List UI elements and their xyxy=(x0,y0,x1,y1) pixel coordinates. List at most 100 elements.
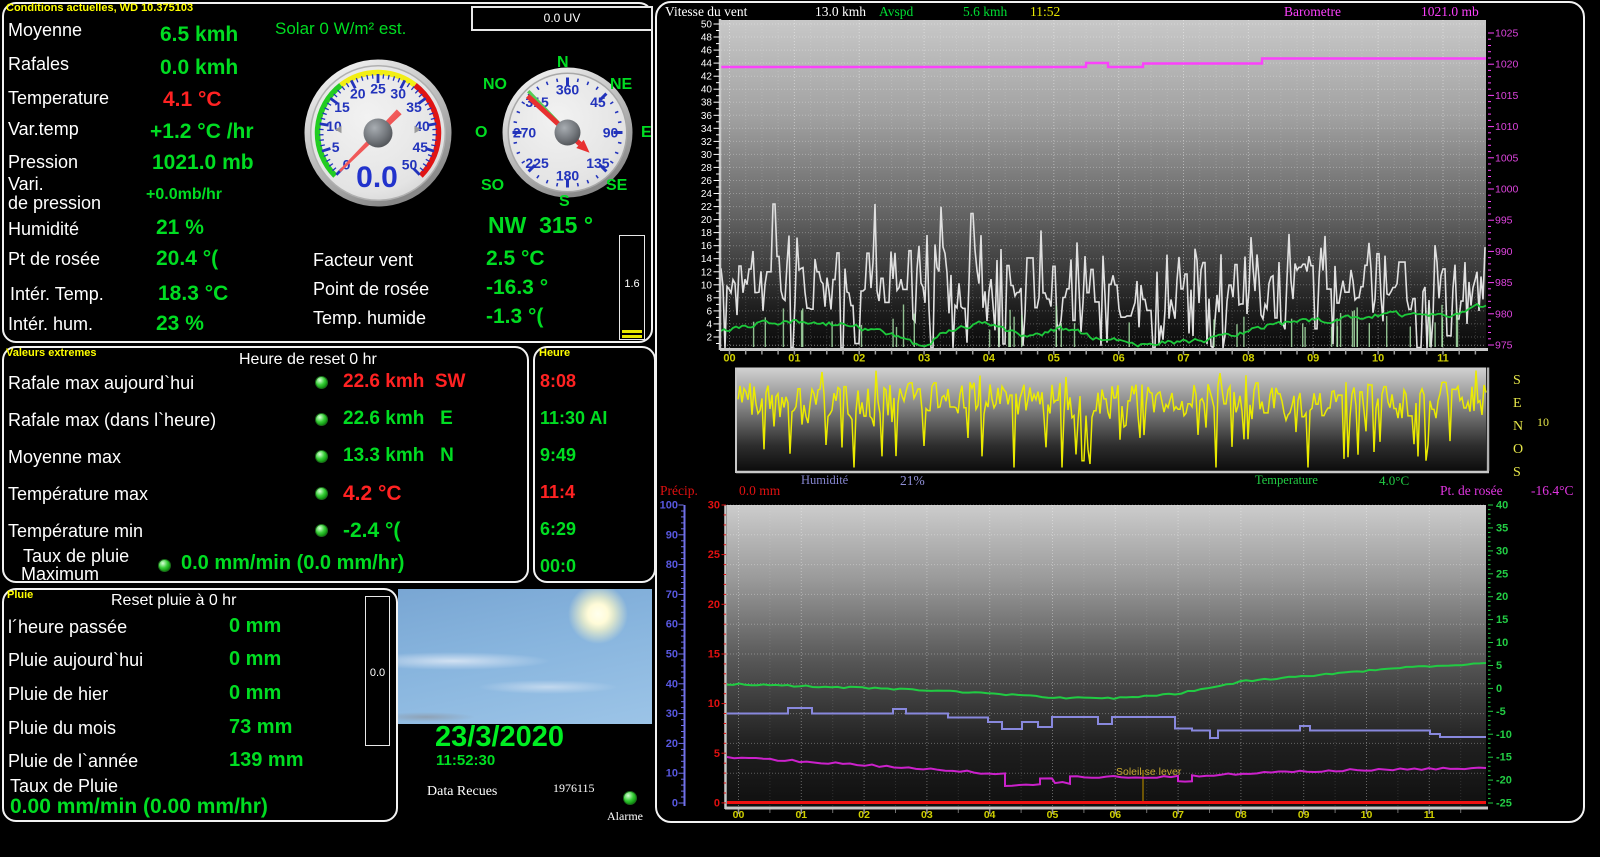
svg-text:45: 45 xyxy=(590,94,606,110)
svg-text:N: N xyxy=(1513,419,1523,434)
svg-text:5: 5 xyxy=(714,748,720,760)
svg-text:10: 10 xyxy=(708,698,720,710)
svg-text:0: 0 xyxy=(1496,683,1502,695)
svg-text:100: 100 xyxy=(660,500,678,512)
svg-text:Pt. de rosée: Pt. de rosée xyxy=(1440,483,1503,498)
svg-text:Barometre: Barometre xyxy=(1284,4,1341,19)
svg-text:-16.4°C: -16.4°C xyxy=(1531,483,1574,498)
svg-text:Avspd: Avspd xyxy=(879,4,914,19)
svg-text:15: 15 xyxy=(1496,614,1508,626)
svg-text:20: 20 xyxy=(708,599,720,611)
svg-text:20: 20 xyxy=(666,738,678,750)
svg-text:45: 45 xyxy=(413,139,429,155)
svg-text:1020: 1020 xyxy=(1495,59,1519,71)
svg-text:180: 180 xyxy=(556,168,580,184)
svg-text:34: 34 xyxy=(701,124,713,135)
svg-text:1025: 1025 xyxy=(1495,28,1519,40)
svg-text:25: 25 xyxy=(370,81,386,97)
svg-text:-15: -15 xyxy=(1496,752,1512,764)
svg-text:1000: 1000 xyxy=(1495,184,1519,196)
svg-text:S: S xyxy=(1513,373,1521,388)
svg-text:10: 10 xyxy=(701,280,713,291)
svg-text:14: 14 xyxy=(701,254,713,265)
svg-text:Précip.: Précip. xyxy=(660,483,698,498)
svg-text:25: 25 xyxy=(708,549,720,561)
svg-text:-5: -5 xyxy=(1496,706,1506,718)
svg-text:40: 40 xyxy=(701,85,713,96)
svg-text:25: 25 xyxy=(1496,568,1508,580)
svg-text:0: 0 xyxy=(672,798,678,810)
svg-text:38: 38 xyxy=(701,98,713,109)
svg-text:995: 995 xyxy=(1495,215,1513,227)
svg-text:80: 80 xyxy=(666,559,678,571)
svg-text:270: 270 xyxy=(513,125,537,141)
svg-text:42: 42 xyxy=(701,72,713,83)
svg-text:50: 50 xyxy=(402,157,418,173)
svg-text:985: 985 xyxy=(1495,277,1513,289)
svg-text:28: 28 xyxy=(701,163,713,174)
svg-text:0.0 mm: 0.0 mm xyxy=(739,483,781,498)
svg-text:13.0 kmh: 13.0 kmh xyxy=(815,4,866,19)
svg-text:21%: 21% xyxy=(900,473,925,488)
svg-text:44: 44 xyxy=(701,59,713,70)
svg-text:18: 18 xyxy=(701,228,713,239)
svg-text:26: 26 xyxy=(701,176,713,187)
svg-text:24: 24 xyxy=(701,189,713,200)
svg-text:36: 36 xyxy=(701,111,713,122)
svg-text:22: 22 xyxy=(701,202,713,213)
svg-text:50: 50 xyxy=(666,649,678,661)
svg-text:35: 35 xyxy=(1496,522,1508,534)
svg-text:48: 48 xyxy=(701,33,713,44)
svg-text:360: 360 xyxy=(556,82,580,98)
svg-text:60: 60 xyxy=(666,619,678,631)
svg-text:30: 30 xyxy=(1496,545,1508,557)
svg-text:0: 0 xyxy=(714,798,720,810)
svg-text:10: 10 xyxy=(666,768,678,780)
svg-text:8: 8 xyxy=(706,293,712,304)
svg-text:4: 4 xyxy=(706,319,712,330)
svg-text:-20: -20 xyxy=(1496,775,1512,787)
svg-text:10: 10 xyxy=(1496,637,1508,649)
svg-text:20: 20 xyxy=(701,215,713,226)
svg-text:32: 32 xyxy=(701,137,713,148)
svg-text:46: 46 xyxy=(701,46,713,57)
svg-text:0.0: 0.0 xyxy=(356,161,398,194)
svg-text:-10: -10 xyxy=(1496,729,1512,741)
svg-text:S: S xyxy=(1513,465,1521,480)
svg-text:1021.0 mb: 1021.0 mb xyxy=(1421,4,1479,19)
svg-text:12: 12 xyxy=(701,267,713,278)
svg-text:20: 20 xyxy=(350,85,366,101)
svg-text:40: 40 xyxy=(1496,500,1508,512)
svg-text:15: 15 xyxy=(708,649,720,661)
svg-text:20: 20 xyxy=(1496,591,1508,603)
svg-text:1015: 1015 xyxy=(1495,90,1519,102)
svg-text:16: 16 xyxy=(701,241,713,252)
svg-text:135: 135 xyxy=(586,155,610,171)
svg-text:5: 5 xyxy=(332,139,340,155)
svg-text:1005: 1005 xyxy=(1495,152,1519,164)
svg-text:30: 30 xyxy=(701,150,713,161)
svg-text:90: 90 xyxy=(666,529,678,541)
svg-text:50: 50 xyxy=(701,20,713,31)
svg-text:Vitesse du vent: Vitesse du vent xyxy=(665,4,748,19)
svg-text:5.6 kmh: 5.6 kmh xyxy=(963,4,1008,19)
svg-text:15: 15 xyxy=(334,99,350,115)
svg-text:-25: -25 xyxy=(1496,798,1512,810)
svg-text:Temperature: Temperature xyxy=(1255,473,1318,487)
svg-text:70: 70 xyxy=(666,589,678,601)
svg-text:E: E xyxy=(1513,396,1522,411)
svg-text:40: 40 xyxy=(666,678,678,690)
svg-text:1010: 1010 xyxy=(1495,121,1519,133)
svg-text:Humidité: Humidité xyxy=(801,473,849,487)
svg-text:35: 35 xyxy=(406,99,422,115)
svg-text:225: 225 xyxy=(525,155,549,171)
svg-text:O: O xyxy=(1513,442,1523,457)
svg-text:30: 30 xyxy=(666,708,678,720)
svg-text:11:52: 11:52 xyxy=(1030,4,1060,19)
svg-text:2: 2 xyxy=(706,333,712,344)
svg-text:4.0°C: 4.0°C xyxy=(1379,473,1409,488)
svg-text:980: 980 xyxy=(1495,308,1513,320)
svg-text:90: 90 xyxy=(603,125,619,141)
svg-text:6: 6 xyxy=(706,306,712,317)
svg-text:975: 975 xyxy=(1495,340,1513,352)
